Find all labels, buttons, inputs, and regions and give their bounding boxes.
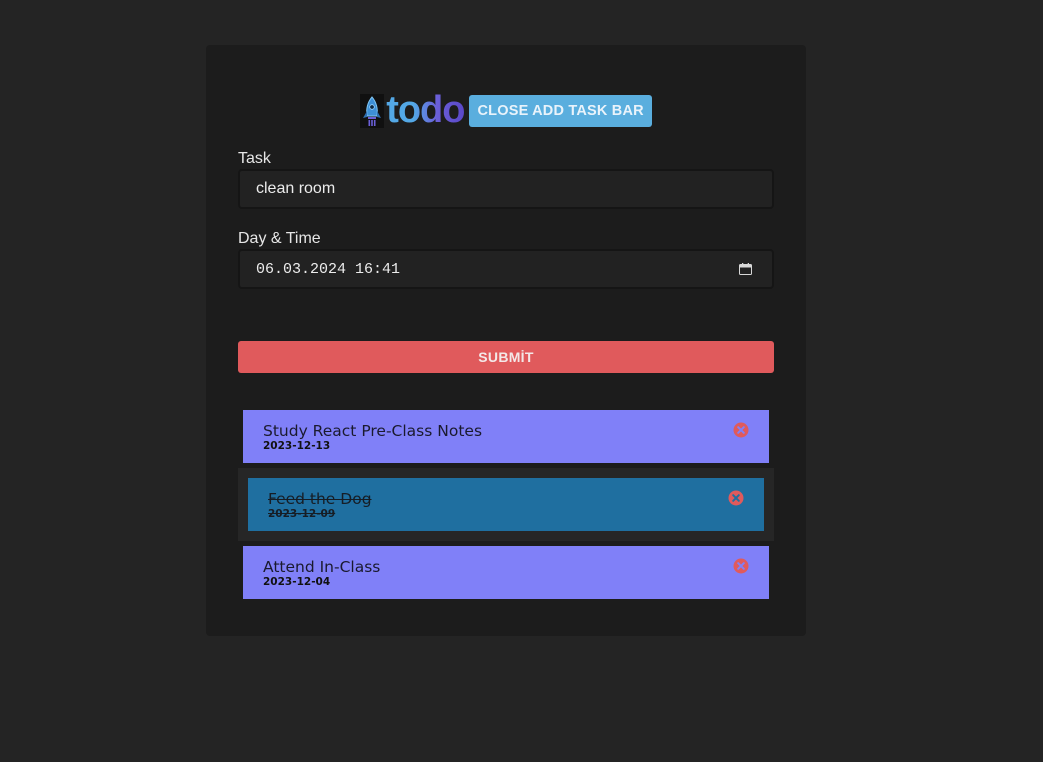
datetime-label: Day & Time — [238, 230, 321, 247]
task-item-done[interactable]: Feed the Dog 2023-12-09 — [248, 478, 764, 531]
task-date: 2023-12-04 — [263, 576, 331, 588]
datetime-input[interactable]: 06.03.2024 16:41 — [238, 249, 774, 289]
task-item[interactable]: Attend In-Class 2023-12-04 — [243, 546, 769, 599]
task-label: Task — [238, 150, 271, 167]
close-circle-icon[interactable] — [733, 558, 749, 574]
task-item-selected-wrapper: Feed the Dog 2023-12-09 — [238, 468, 774, 541]
header: todo CLOSE ADD TASK BAR — [206, 89, 806, 131]
close-circle-icon[interactable] — [733, 422, 749, 438]
task-title: Study React Pre-Class Notes — [263, 422, 483, 440]
logo-text: todo — [386, 89, 465, 131]
task-title: Attend In-Class — [263, 558, 381, 576]
task-date: 2023-12-13 — [263, 440, 331, 452]
submit-button[interactable]: SUBMİT — [238, 341, 774, 373]
todo-panel: todo CLOSE ADD TASK BAR Task clean room … — [206, 45, 806, 636]
calendar-icon[interactable] — [739, 263, 752, 275]
task-title: Feed the Dog — [268, 490, 372, 508]
datetime-input-value: 06.03.2024 16:41 — [256, 260, 401, 278]
close-add-task-bar-button[interactable]: CLOSE ADD TASK BAR — [469, 95, 652, 127]
rocket-icon — [360, 94, 385, 128]
task-item[interactable]: Study React Pre-Class Notes 2023-12-13 — [243, 410, 769, 463]
task-input-value: clean room — [256, 180, 336, 197]
close-circle-icon[interactable] — [728, 490, 744, 506]
task-date: 2023-12-09 — [268, 508, 336, 520]
task-input[interactable]: clean room — [238, 169, 774, 209]
logo: todo — [360, 89, 465, 131]
